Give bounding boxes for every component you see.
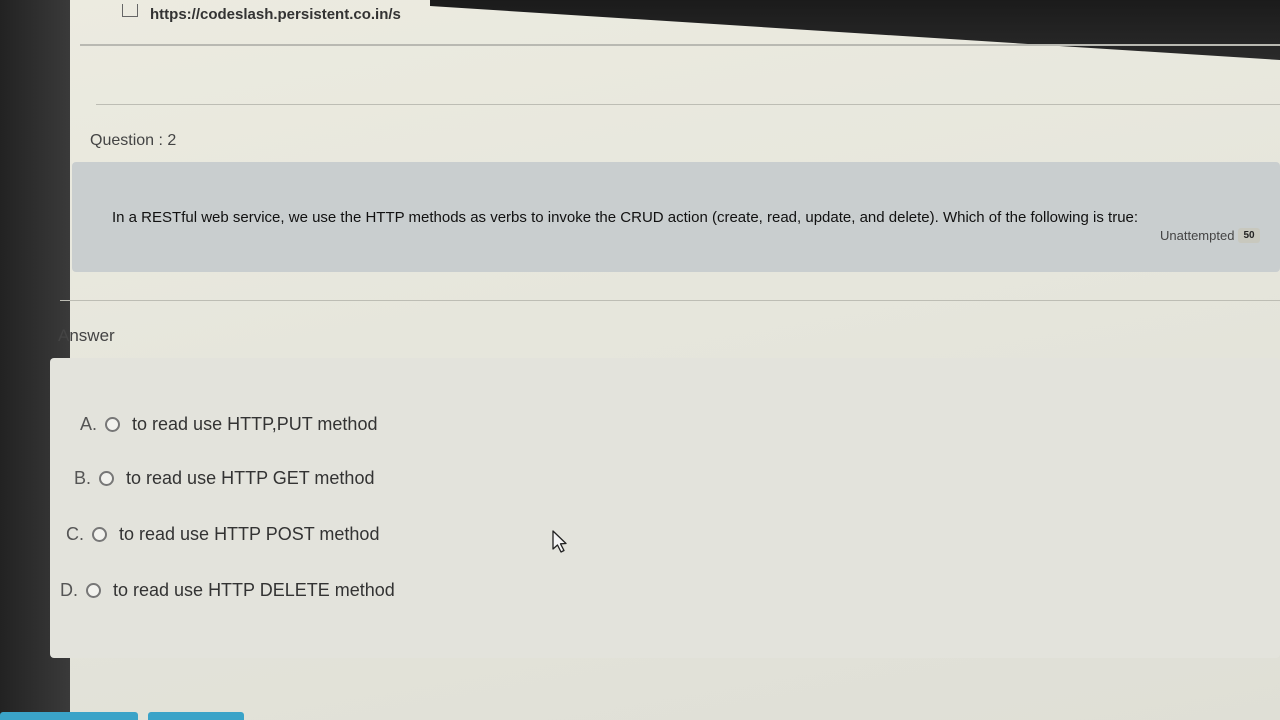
radio-unselected-icon[interactable] <box>92 527 107 542</box>
answer-option-d[interactable]: D. to read use HTTP DELETE method <box>60 580 395 601</box>
option-text: to read use HTTP POST method <box>119 524 380 544</box>
option-text: to read use HTTP,PUT method <box>132 414 378 434</box>
radio-unselected-icon[interactable] <box>105 417 121 432</box>
question-text: In a RESTful web service, we use the HTT… <box>112 209 1139 226</box>
option-letter: C. <box>66 524 84 544</box>
question-status: Unattempted 50 <box>1160 228 1260 243</box>
url-text[interactable]: https://codeslash.persistent.co.in/s <box>150 6 401 23</box>
mouse-pointer-icon <box>552 530 567 553</box>
screen: https://codeslash.persistent.co.in/s Que… <box>0 0 1280 720</box>
status-text: Unattempted <box>1160 228 1235 243</box>
score-badge: 50 <box>1238 228 1260 243</box>
footer-button-1[interactable] <box>0 712 138 720</box>
radio-unselected-icon[interactable] <box>86 583 101 598</box>
address-bar[interactable]: https://codeslash.persistent.co.in/s <box>96 0 401 34</box>
option-letter: D. <box>60 580 78 600</box>
monitor-bezel-top <box>430 0 1280 60</box>
divider <box>60 300 1280 301</box>
footer-button-2[interactable] <box>148 712 244 720</box>
radio-unselected-icon[interactable] <box>99 471 115 486</box>
header-divider <box>80 44 1280 46</box>
option-text: to read use HTTP DELETE method <box>113 580 395 600</box>
answer-heading: Answer <box>58 326 115 345</box>
option-text: to read use HTTP GET method <box>126 468 375 488</box>
divider <box>96 104 1280 105</box>
option-letter: B. <box>74 468 92 488</box>
answer-option-a[interactable]: A. to read use HTTP,PUT method <box>80 414 377 435</box>
answer-panel <box>50 358 1280 658</box>
answer-option-c[interactable]: C. to read use HTTP POST method <box>66 524 379 545</box>
page-icon <box>122 3 138 17</box>
answer-option-b[interactable]: B. to read use HTTP GET method <box>74 468 374 489</box>
question-number: Question : 2 <box>90 132 177 149</box>
option-letter: A. <box>80 414 98 434</box>
